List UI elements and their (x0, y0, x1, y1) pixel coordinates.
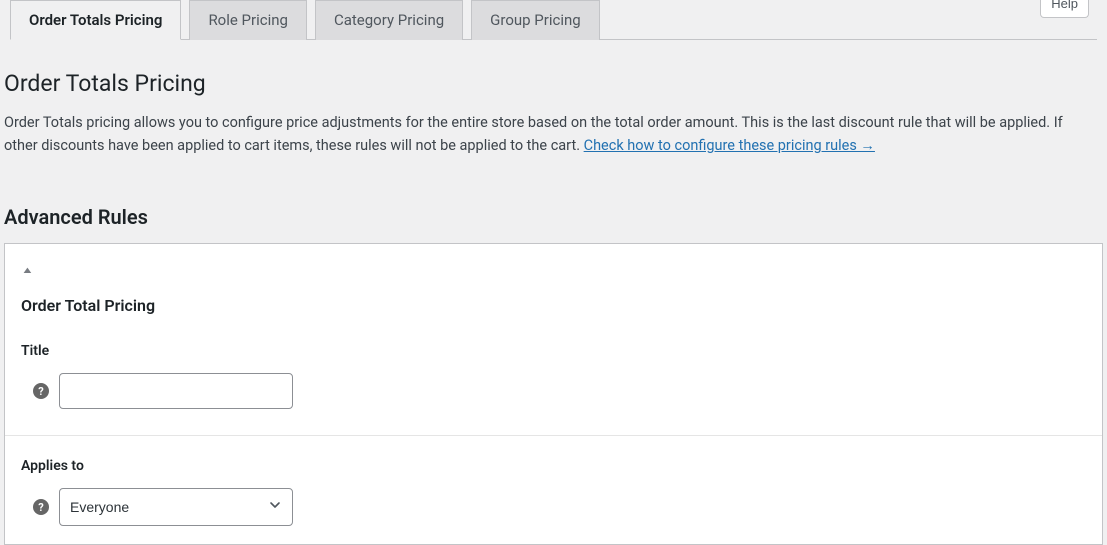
applies-to-field-row: ? Everyone (21, 488, 1086, 526)
title-field-row: ? (21, 373, 1086, 409)
help-icon[interactable]: ? (33, 383, 49, 399)
help-icon[interactable]: ? (33, 499, 49, 515)
collapse-up-icon[interactable]: ▲ (21, 265, 34, 276)
tabs-nav: Order Totals Pricing Role Pricing Catego… (10, 0, 1097, 40)
advanced-rules-heading: Advanced Rules (4, 205, 1103, 229)
tab-order-totals-pricing[interactable]: Order Totals Pricing (10, 0, 181, 40)
rules-panel: ▲ Order Total Pricing Title ? Applies to… (4, 243, 1103, 545)
page-description-text: Order Totals pricing allows you to confi… (4, 114, 1063, 154)
tab-role-pricing[interactable]: Role Pricing (189, 0, 307, 40)
page-description: Order Totals pricing allows you to confi… (4, 111, 1094, 157)
page-title: Order Totals Pricing (4, 70, 1103, 97)
title-input[interactable] (59, 373, 293, 409)
panel-heading: Order Total Pricing (21, 296, 1086, 315)
applies-to-field-label: Applies to (21, 458, 1086, 474)
divider (5, 435, 1102, 436)
applies-to-select-wrapper: Everyone (59, 488, 293, 526)
applies-to-select[interactable]: Everyone (59, 488, 293, 526)
help-button[interactable]: Help (1040, 0, 1089, 18)
configure-pricing-rules-link[interactable]: Check how to configure these pricing rul… (584, 137, 875, 154)
tab-group-pricing[interactable]: Group Pricing (471, 0, 600, 40)
tab-category-pricing[interactable]: Category Pricing (315, 0, 463, 40)
title-field-label: Title (21, 343, 1086, 359)
